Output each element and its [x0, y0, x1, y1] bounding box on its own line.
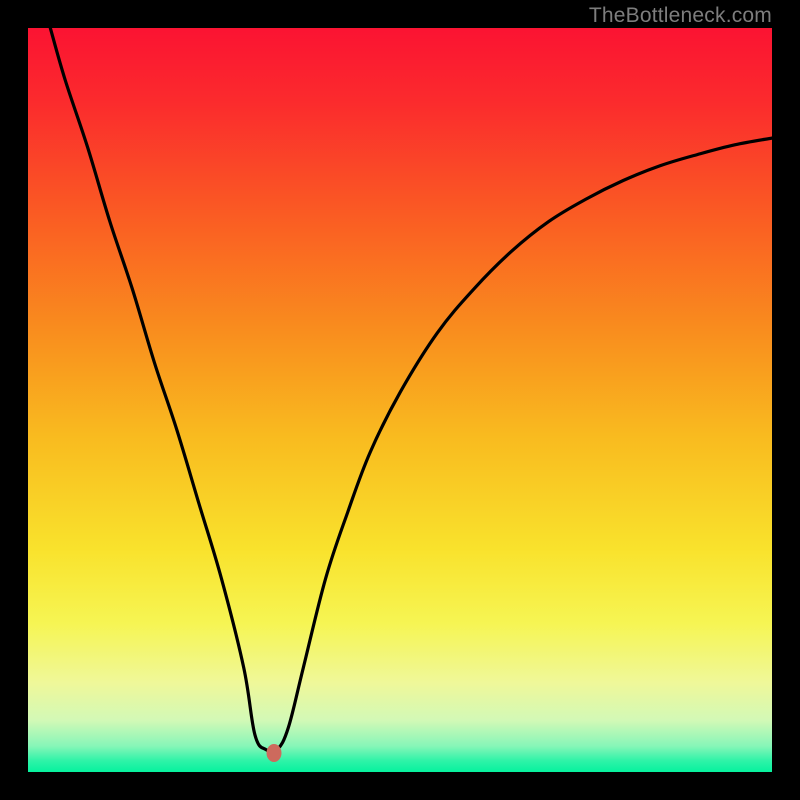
minimum-marker — [266, 744, 281, 762]
chart-stage: TheBottleneck.com — [0, 0, 800, 800]
bottleneck-curve — [28, 28, 772, 772]
watermark-text: TheBottleneck.com — [589, 4, 772, 28]
plot-frame — [28, 28, 772, 772]
